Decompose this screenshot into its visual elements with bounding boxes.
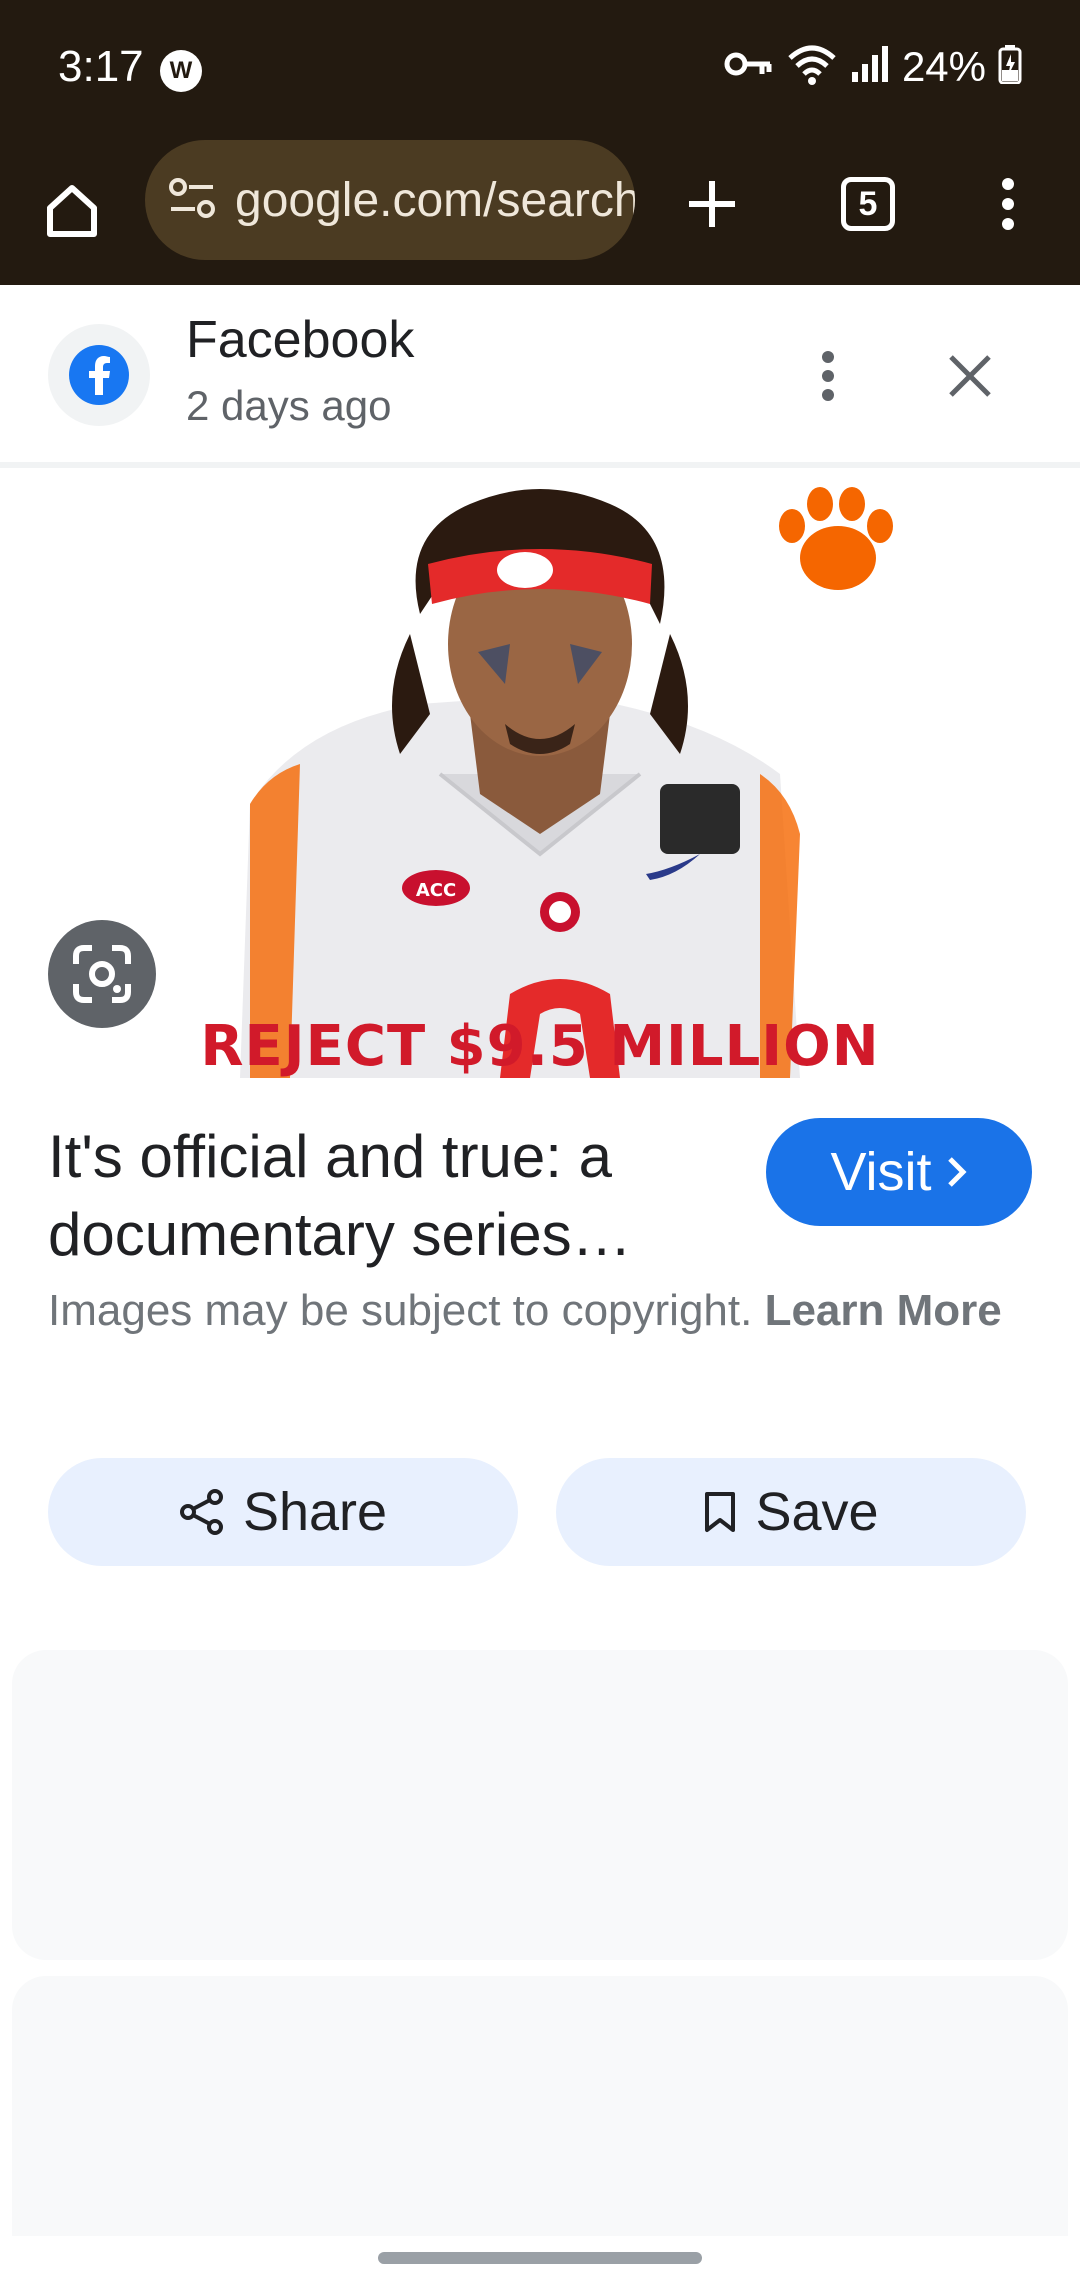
battery-charging-icon [998, 44, 1022, 89]
source-date: 2 days ago [186, 382, 392, 429]
status-icons: 24% [722, 42, 1022, 91]
wifi-icon [786, 42, 838, 91]
result-title[interactable]: It's official and true: a documentary se… [48, 1118, 728, 1274]
copyright-text: Images may be subject to copyright. [48, 1286, 753, 1335]
page: 3:17 W 24% google.com/search 5 Facebook … [0, 0, 1080, 2280]
new-tab-button[interactable] [672, 164, 752, 244]
home-icon [47, 185, 97, 237]
source-header: Facebook 2 days ago [0, 288, 1080, 468]
loading-card [12, 1976, 1068, 2236]
more-options-button[interactable] [790, 338, 866, 414]
address-bar[interactable]: google.com/search [145, 140, 635, 260]
image-caption: REJECT $9.5 MILLION [200, 1014, 880, 1078]
more-vert-icon [822, 351, 834, 401]
svg-text:ACC: ACC [416, 880, 456, 901]
gesture-navigation-bar[interactable] [378, 2252, 702, 2264]
save-label: Save [755, 1482, 879, 1542]
share-button[interactable]: Share [48, 1458, 518, 1566]
close-button[interactable] [932, 338, 1008, 414]
visit-label: Visit [830, 1142, 932, 1202]
copyright-note: Images may be subject to copyright. Lear… [48, 1280, 1008, 1342]
lens-button[interactable] [48, 920, 156, 1028]
browser-menu-button[interactable] [968, 164, 1048, 244]
site-settings-icon[interactable] [167, 176, 217, 225]
google-lens-icon [73, 945, 131, 1003]
visit-button[interactable]: Visit [766, 1118, 1032, 1226]
battery-percent: 24% [901, 42, 986, 90]
bookmark-icon [705, 1492, 736, 1532]
status-bar: 3:17 W 24% [0, 0, 1080, 140]
football-player-image: ACC [240, 487, 893, 1078]
plus-icon [689, 181, 735, 227]
share-label: Share [242, 1482, 388, 1542]
paw-print-icon [779, 487, 893, 590]
learn-more-link[interactable]: Learn More [765, 1286, 1002, 1335]
source-name[interactable]: Facebook [186, 310, 414, 370]
close-icon [949, 355, 991, 397]
result-image[interactable]: ACC REJECT $9.5 MILLION [0, 474, 1080, 1078]
home-button[interactable] [32, 170, 112, 250]
url-text[interactable]: google.com/search [235, 173, 635, 228]
facebook-logo-icon [48, 324, 150, 426]
tab-count[interactable]: 5 [841, 177, 895, 231]
more-vert-icon [1002, 178, 1014, 230]
vpn-key-icon [722, 44, 774, 89]
tab-switcher-button[interactable]: 5 [828, 164, 908, 244]
signal-icon [850, 44, 890, 89]
chevron-right-icon [947, 1157, 967, 1187]
browser-toolbar: google.com/search 5 [0, 140, 1080, 285]
notification-app-icon: W [160, 50, 202, 92]
status-time: 3:17 [58, 42, 144, 91]
save-button[interactable]: Save [556, 1458, 1026, 1566]
loading-card [12, 1650, 1068, 1960]
share-icon [179, 1489, 223, 1535]
